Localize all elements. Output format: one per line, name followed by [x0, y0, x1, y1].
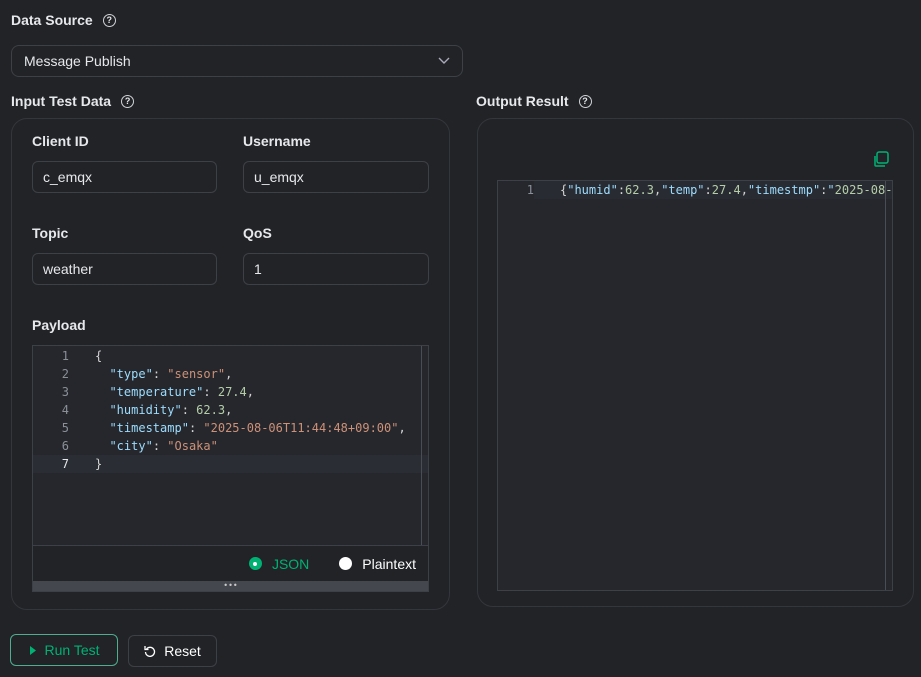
output-line: 1 {"humid":62.3,"temp":27.4,"timestmp":"2… — [498, 181, 892, 199]
input-label-text: Input Test Data — [11, 93, 112, 109]
input-test-data-label: Input Test Data? — [11, 93, 135, 109]
format-radio-group: JSON Plaintext — [33, 545, 428, 581]
line-number: 5 — [61, 421, 69, 435]
line-number: 2 — [61, 367, 69, 381]
output-scrollbar[interactable] — [885, 181, 886, 590]
run-test-button[interactable]: Run Test — [10, 634, 118, 666]
code-line: 7} — [33, 455, 428, 473]
line-number: 6 — [61, 439, 69, 453]
reset-label: Reset — [164, 643, 201, 659]
radio-plaintext-label: Plaintext — [362, 555, 416, 572]
output-result-label: Output Result? — [476, 93, 592, 109]
code-text: "timestamp": "2025-08-06T11:44:48+09:00"… — [109, 421, 406, 435]
help-icon[interactable]: ? — [102, 13, 116, 27]
copy-icon[interactable] — [872, 151, 890, 168]
username-input[interactable]: u_emqx — [243, 161, 429, 193]
code-text: { — [95, 349, 103, 363]
line-number: 4 — [61, 403, 69, 417]
reset-icon — [144, 646, 156, 657]
help-icon[interactable]: ? — [578, 94, 592, 108]
code-line: 4 "humidity": 62.3, — [33, 401, 428, 419]
code-text: "type": "sensor", — [109, 367, 233, 381]
code-line: 6 "city": "Osaka" — [33, 437, 428, 455]
output-editor: 1 {"humid":62.3,"temp":27.4,"timestmp":"2… — [497, 180, 893, 591]
code-line: 5 "timestamp": "2025-08-06T11:44:48+09:0… — [33, 419, 428, 437]
chevron-down-icon — [438, 57, 450, 64]
topic-label: Topic — [32, 225, 69, 241]
payload-editor[interactable]: 1{2 "type": "sensor", 3 "temperature": 27… — [32, 345, 429, 592]
radio-json[interactable]: JSON — [248, 555, 310, 572]
line-number: 7 — [61, 457, 69, 471]
code-line: 1{ — [33, 347, 428, 365]
radio-unchecked-icon — [339, 557, 353, 570]
code-text: "city": "Osaka" — [109, 439, 218, 453]
code-text: } — [95, 457, 103, 471]
qos-input[interactable]: 1 — [243, 253, 429, 285]
data-source-select[interactable]: Message Publish — [11, 45, 463, 77]
code-text: "humidity": 62.3, — [109, 403, 233, 417]
payload-label: Payload — [32, 317, 86, 333]
qos-label: QoS — [243, 225, 272, 241]
code-text: "temperature": 27.4, — [109, 385, 254, 399]
help-icon[interactable]: ? — [121, 94, 135, 108]
play-icon — [29, 645, 36, 655]
editor-scrollbar[interactable] — [421, 346, 422, 545]
code-line: 3 "temperature": 27.4, — [33, 383, 428, 401]
line-number: 3 — [61, 385, 69, 399]
output-label-text: Output Result — [476, 93, 569, 109]
resize-handle[interactable]: ••• — [33, 581, 428, 591]
data-source-text: Data Source — [11, 12, 93, 28]
topic-input[interactable]: weather — [32, 253, 217, 285]
line-number: 1 — [61, 349, 69, 363]
radio-checked-icon — [248, 557, 262, 570]
username-label: Username — [243, 133, 311, 149]
run-test-label: Run Test — [44, 642, 100, 658]
radio-json-label: JSON — [271, 555, 310, 572]
client-id-label: Client ID — [32, 133, 89, 149]
line-number: 1 — [526, 183, 534, 197]
client-id-input[interactable]: c_emqx — [32, 161, 217, 193]
radio-plaintext[interactable]: Plaintext — [339, 556, 416, 572]
code-line: 2 "type": "sensor", — [33, 365, 428, 383]
data-source-label: Data Source? — [11, 12, 116, 28]
reset-button[interactable]: Reset — [128, 635, 217, 667]
output-code: {"humid":62.3,"temp":27.4,"timestmp":"20… — [534, 181, 892, 199]
selected-value: Message Publish — [24, 53, 131, 69]
